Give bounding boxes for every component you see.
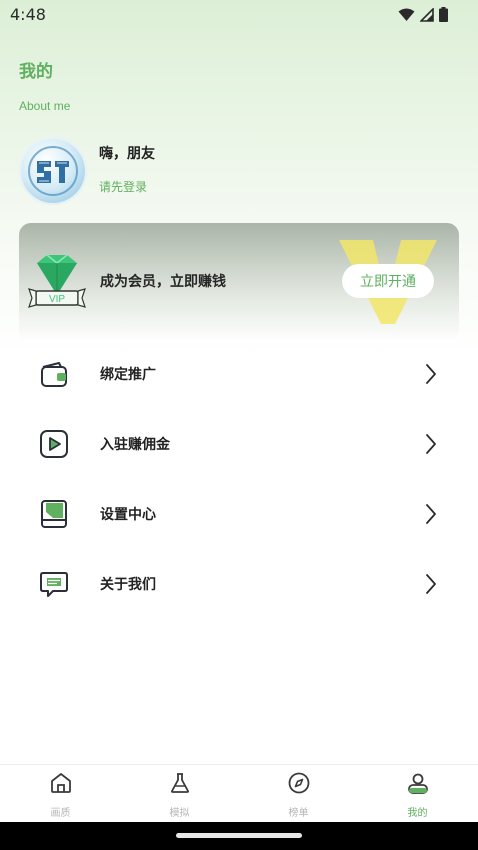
battery-icon xyxy=(439,7,448,26)
wallet-icon xyxy=(39,359,69,389)
login-link[interactable]: 请先登录 xyxy=(99,178,147,195)
play-icon xyxy=(39,429,69,459)
tab-label: 我的 xyxy=(407,808,428,819)
page-title: 我的 xyxy=(19,62,53,82)
signal-icon xyxy=(419,7,434,26)
status-icons xyxy=(398,7,448,26)
vip-card[interactable]: VIP 成为会员，立即赚钱 立即开通 xyxy=(19,223,459,343)
wifi-icon xyxy=(398,7,415,26)
tab-me[interactable]: 我的 xyxy=(358,765,477,823)
avatar[interactable] xyxy=(19,137,87,205)
profile-icon xyxy=(406,771,430,799)
tab-label: 画质 xyxy=(50,808,71,819)
home-icon xyxy=(49,771,73,799)
diamond-icon: VIP xyxy=(27,253,87,315)
menu-item-label: 入驻赚佣金 xyxy=(100,437,170,453)
chevron-right-icon xyxy=(424,572,438,600)
menu-item-about-us[interactable]: 关于我们 xyxy=(0,554,478,614)
status-bar: 4:48 xyxy=(0,0,478,30)
menu-item-settings[interactable]: 设置中心 xyxy=(0,484,478,544)
menu-item-join-earn[interactable]: 入驻赚佣金 xyxy=(0,414,478,474)
compass-icon xyxy=(287,771,311,799)
home-gesture-handle[interactable] xyxy=(176,833,302,838)
tab-rankings[interactable]: 榜单 xyxy=(239,765,358,823)
book-icon xyxy=(39,499,69,529)
chevron-right-icon xyxy=(424,432,438,460)
chat-icon xyxy=(39,569,69,599)
status-time: 4:48 xyxy=(10,5,46,24)
tab-picture-quality[interactable]: 画质 xyxy=(1,765,120,823)
menu-item-label: 关于我们 xyxy=(100,577,156,593)
greeting-text: 嗨，朋友 xyxy=(99,146,155,162)
menu-item-label: 设置中心 xyxy=(100,507,156,523)
bottom-tab-bar: 画质 模拟 榜单 我的 xyxy=(0,764,478,823)
flask-icon xyxy=(168,771,192,799)
system-navigation-bar xyxy=(0,822,478,850)
chevron-right-icon xyxy=(424,362,438,390)
tab-label: 模拟 xyxy=(169,808,190,819)
chevron-right-icon xyxy=(424,502,438,530)
activate-vip-button[interactable]: 立即开通 xyxy=(342,264,434,298)
menu-item-bind-promotion[interactable]: 绑定推广 xyxy=(0,344,478,404)
vip-promo-text: 成为会员，立即赚钱 xyxy=(100,274,226,290)
vip-badge-text: VIP xyxy=(49,294,65,305)
avatar-logo-icon xyxy=(28,146,78,196)
menu-item-label: 绑定推广 xyxy=(100,367,156,383)
tab-simulate[interactable]: 模拟 xyxy=(120,765,239,823)
page-subtitle: About me xyxy=(19,99,71,113)
tab-label: 榜单 xyxy=(288,808,309,819)
